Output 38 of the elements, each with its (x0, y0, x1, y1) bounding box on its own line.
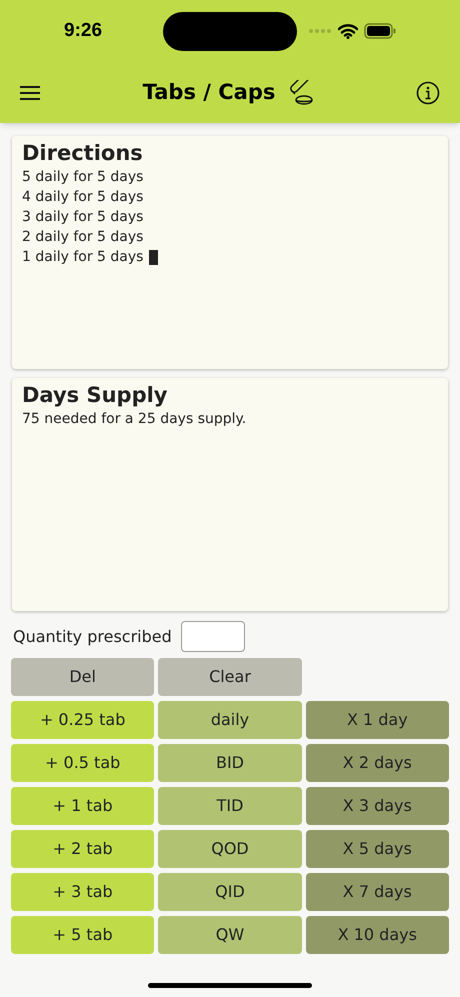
page-title: Tabs / Caps (142, 78, 276, 106)
keypad-button[interactable]: daily (158, 701, 302, 739)
keypad-button[interactable]: + 0.25 tab (11, 701, 154, 739)
supply-text: 75 needed for a 25 days supply. (22, 410, 246, 429)
keypad-button[interactable]: QOD (158, 830, 302, 868)
keypad-button[interactable]: X 2 days (306, 744, 449, 782)
keypad-button[interactable]: Del (11, 658, 154, 696)
keypad-button[interactable]: BID (158, 744, 302, 782)
keypad-button[interactable]: Clear (158, 658, 302, 696)
keypad-button[interactable]: X 5 days (306, 830, 449, 868)
info-icon[interactable] (416, 80, 440, 104)
quantity-field[interactable] (180, 621, 245, 652)
direction-line: 1 daily for 5 days (22, 248, 144, 267)
keypad-button[interactable]: + 0.5 tab (11, 744, 154, 782)
status-time: 9:26 (64, 18, 102, 43)
card-heading: Days Supply (22, 382, 168, 409)
directions-card[interactable]: Directions 5 daily for 5 days 4 daily for 5 days 3 daily for 5 days 2 daily for 5 days 1 daily for 5 days (12, 136, 448, 369)
direction-line: 5 daily for 5 days (22, 168, 144, 187)
wifi-icon (338, 24, 358, 38)
keypad-button[interactable]: QW (158, 916, 302, 954)
keypad-button[interactable]: X 7 days (306, 873, 449, 911)
keypad-button[interactable]: + 1 tab (11, 787, 154, 825)
keypad-button[interactable]: QID (158, 873, 302, 911)
keypad-button[interactable]: X 1 day (306, 701, 449, 739)
keypad-button[interactable]: X 10 days (306, 916, 449, 954)
direction-line: 4 daily for 5 days (22, 188, 144, 207)
keypad-button[interactable]: X 3 days (306, 787, 449, 825)
direction-line: 3 daily for 5 days (22, 208, 144, 227)
battery-icon (364, 23, 396, 39)
signal-icon (308, 28, 332, 34)
keypad-button[interactable]: + 5 tab (11, 916, 154, 954)
keypad-button[interactable]: TID (158, 787, 302, 825)
keypad-button[interactable]: + 2 tab (11, 830, 154, 868)
keypad-button[interactable]: + 3 tab (11, 873, 154, 911)
card-heading: Directions (22, 140, 143, 167)
menu-icon[interactable] (20, 84, 40, 100)
direction-line: 2 daily for 5 days (22, 228, 144, 247)
quantity-label: Quantity prescribed (13, 626, 172, 648)
